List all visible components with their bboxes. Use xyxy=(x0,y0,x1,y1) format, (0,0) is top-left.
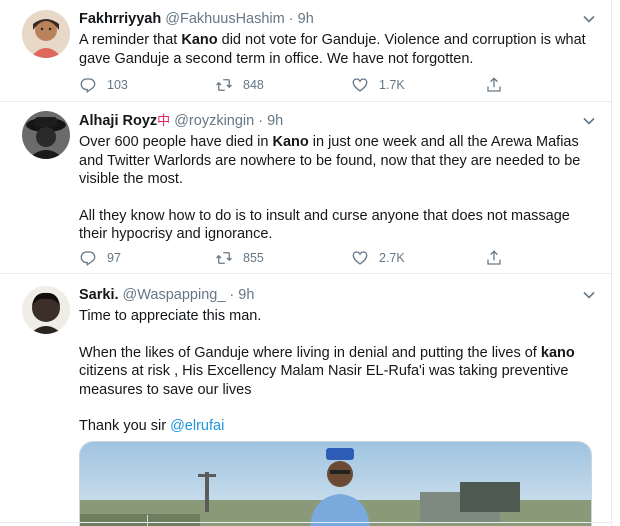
reply-count: 97 xyxy=(107,251,121,265)
tweet-media-image[interactable] xyxy=(79,441,592,526)
reply-button[interactable]: 103 xyxy=(79,75,128,95)
retweet-count: 855 xyxy=(243,251,264,265)
name-badge: 中 xyxy=(157,113,171,128)
avatar[interactable] xyxy=(22,286,70,334)
chevron-down-icon[interactable] xyxy=(582,288,596,302)
tweet-header: Fakhrriyyah @FakhuusHashim · 9h xyxy=(79,9,314,29)
text-segment: When the likes of Ganduje where living i… xyxy=(79,344,541,361)
tweet-text: Over 600 people have died in Kano in jus… xyxy=(79,133,599,244)
timestamp[interactable]: 9h xyxy=(267,113,283,129)
chevron-down-icon[interactable] xyxy=(582,12,596,26)
tweet-paragraph: All they know how to do is to insult and… xyxy=(79,207,570,243)
separator-dot: · xyxy=(229,287,235,303)
display-name[interactable]: Fakhrriyyah xyxy=(79,11,161,27)
text-segment: A reminder that xyxy=(79,32,182,48)
user-handle[interactable]: @royzkingin xyxy=(174,113,254,129)
display-name[interactable]: Sarki. xyxy=(79,287,119,303)
divider-tick xyxy=(147,515,148,526)
avatar[interactable] xyxy=(22,10,70,58)
chevron-down-icon[interactable] xyxy=(582,114,596,128)
like-button[interactable]: 1.7K xyxy=(351,75,405,95)
text-segment: Over 600 people have died in xyxy=(79,134,273,150)
retweet-button[interactable]: 855 xyxy=(215,248,264,268)
tweet-paragraph: When the likes of Ganduje where living i… xyxy=(79,344,599,400)
tweet[interactable]: Alhaji Royz中 @royzkingin · 9h Over 600 p… xyxy=(0,102,612,274)
separator-dot: · xyxy=(288,11,294,27)
share-icon xyxy=(487,77,501,92)
highlighted-keyword: Kano xyxy=(181,32,218,48)
mention-link[interactable]: @elrufai xyxy=(170,418,224,434)
avatar[interactable] xyxy=(22,111,70,159)
tweet-paragraph: Over 600 people have died in Kano in jus… xyxy=(79,133,599,189)
share-button[interactable] xyxy=(485,75,503,95)
tweet-actions: 103 848 1.7K xyxy=(79,75,519,95)
reply-count: 103 xyxy=(107,78,128,92)
retweet-icon xyxy=(216,79,232,91)
reply-icon xyxy=(80,78,96,93)
divider xyxy=(0,522,612,523)
separator-dot: · xyxy=(258,113,264,129)
retweet-icon xyxy=(216,252,232,264)
display-name[interactable]: Alhaji Royz xyxy=(79,113,157,129)
user-handle[interactable]: @FakhuusHashim xyxy=(165,11,284,27)
user-handle[interactable]: @Waspapping_ xyxy=(123,287,226,303)
tweet-actions: 97 855 2.7K xyxy=(79,248,519,268)
reply-icon xyxy=(80,251,96,266)
highlighted-keyword: Kano xyxy=(272,134,309,150)
highlighted-keyword: kano xyxy=(540,344,575,361)
like-count: 1.7K xyxy=(379,78,405,92)
retweet-button[interactable]: 848 xyxy=(215,75,264,95)
heart-icon xyxy=(352,78,368,92)
tweet[interactable]: Fakhrriyyah @FakhuusHashim · 9h A remind… xyxy=(0,0,612,102)
timeline: Fakhrriyyah @FakhuusHashim · 9h A remind… xyxy=(0,0,612,526)
tweet-text-prefix: Thank you sir xyxy=(79,418,171,434)
tweet-text: Time to appreciate this man. When the li… xyxy=(79,307,599,436)
tweet-header: Sarki. @Waspapping_ · 9h xyxy=(79,285,254,305)
timestamp[interactable]: 9h xyxy=(298,11,314,27)
tweet-header: Alhaji Royz中 @royzkingin · 9h xyxy=(79,111,283,131)
share-icon xyxy=(487,250,501,265)
text-segment: citizens at risk , His Excellency Malam … xyxy=(79,363,569,398)
retweet-count: 848 xyxy=(243,78,264,92)
timestamp[interactable]: 9h xyxy=(238,287,254,303)
tweet-paragraph: Thank you sir @elrufai xyxy=(79,417,599,436)
share-button[interactable] xyxy=(485,248,503,268)
tweet-text: A reminder that Kano did not vote for Ga… xyxy=(79,31,599,68)
tweet-paragraph: Time to appreciate this man. xyxy=(79,308,262,324)
reply-button[interactable]: 97 xyxy=(79,248,121,268)
photo-image xyxy=(80,442,591,526)
like-button[interactable]: 2.7K xyxy=(351,248,405,268)
heart-icon xyxy=(352,251,368,265)
like-count: 2.7K xyxy=(379,251,405,265)
tweet-paragraph: A reminder that Kano did not vote for Ga… xyxy=(79,31,599,68)
